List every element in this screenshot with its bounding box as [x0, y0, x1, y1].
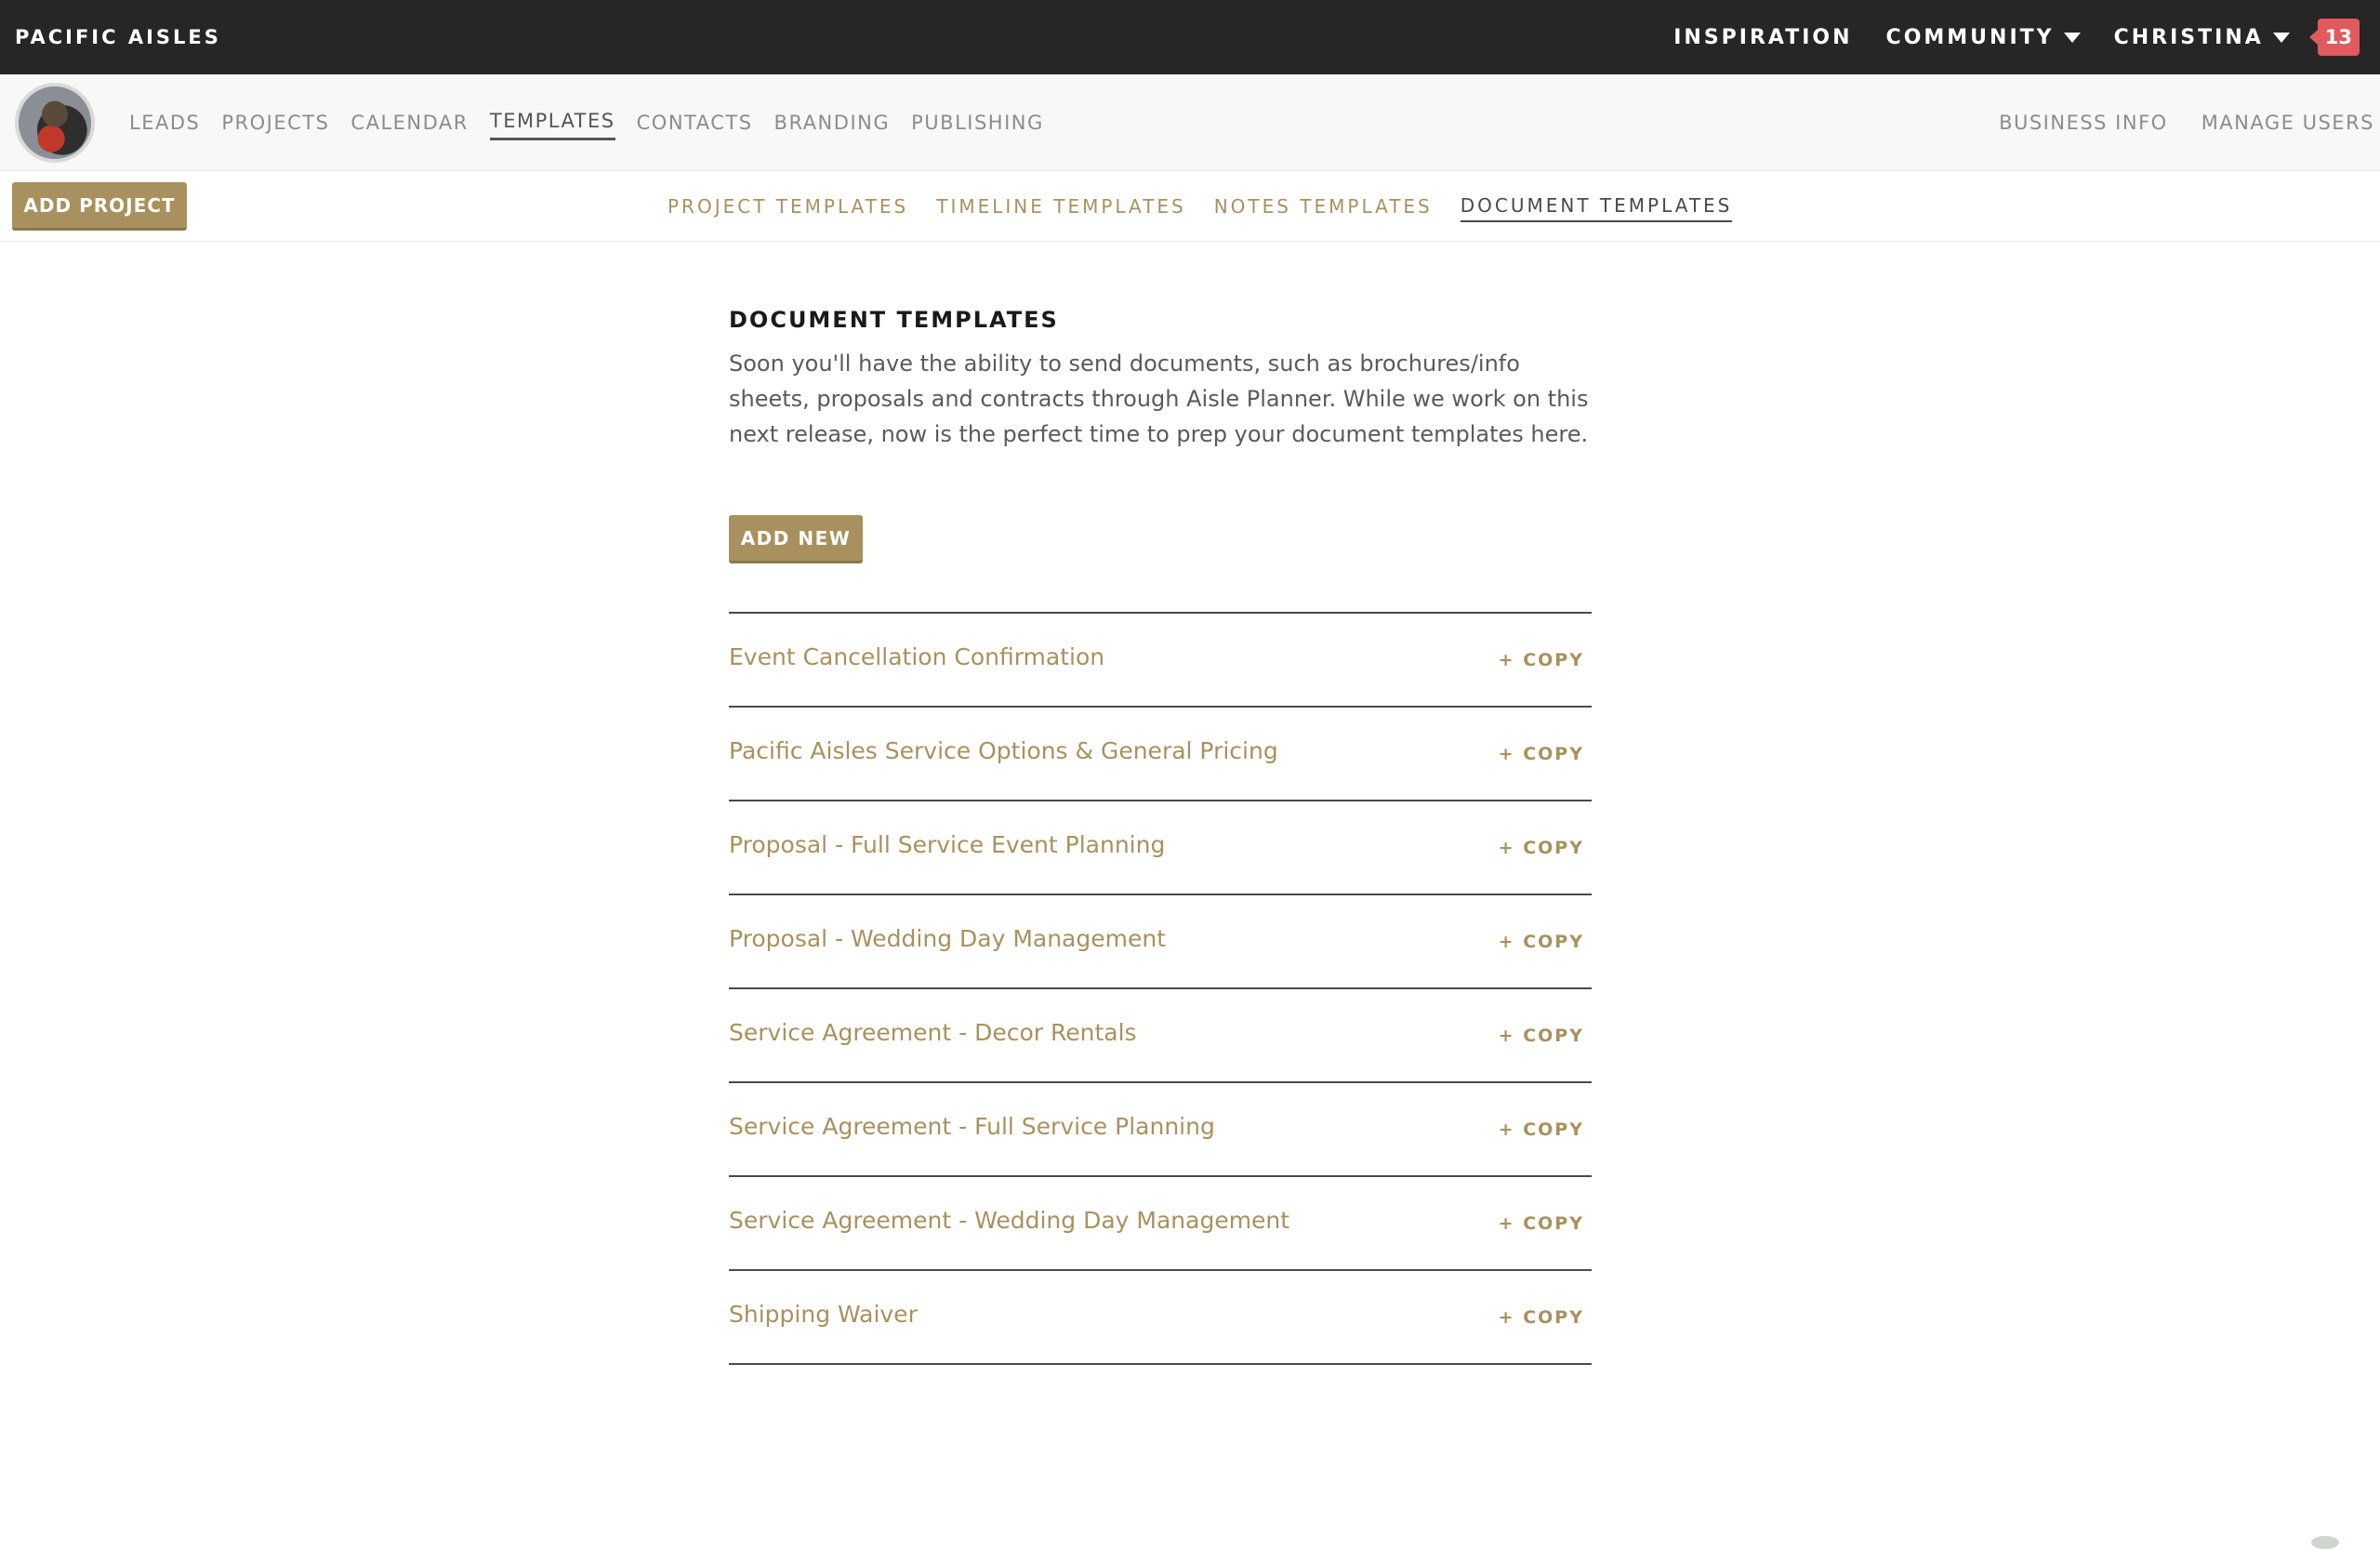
nav-contacts[interactable]: CONTACTS	[637, 106, 753, 139]
copy-button[interactable]: + COPY	[1499, 932, 1584, 952]
notification-badge[interactable]: 13	[2318, 19, 2360, 56]
caret-down-icon	[2273, 33, 2290, 43]
tab-notes-templates[interactable]: NOTES TEMPLATES	[1214, 192, 1433, 221]
main-nav-right: BUSINESS INFO MANAGE USERS	[1965, 106, 2380, 139]
tab-timeline-templates[interactable]: TIMELINE TEMPLATES	[936, 192, 1185, 221]
intro-text: Soon you'll have the ability to send doc…	[729, 346, 1592, 452]
copy-button[interactable]: + COPY	[1499, 1026, 1584, 1046]
copy-button[interactable]: + COPY	[1499, 838, 1584, 858]
template-name[interactable]: Proposal - Full Service Event Planning	[729, 831, 1165, 858]
list-item: Proposal - Wedding Day Management + COPY	[729, 895, 1592, 989]
page-title: DOCUMENT TEMPLATES	[729, 307, 1592, 333]
template-list: Event Cancellation Confirmation + COPY P…	[729, 612, 1592, 1365]
nav-calendar[interactable]: CALENDAR	[350, 106, 468, 139]
avatar[interactable]	[15, 83, 95, 163]
user-menu[interactable]: CHRISTINA	[2114, 26, 2290, 49]
top-bar: PACIFIC AISLES INSPIRATION COMMUNITY CHR…	[0, 0, 2380, 74]
sub-bar: ADD PROJECT PROJECT TEMPLATES TIMELINE T…	[0, 171, 2380, 242]
template-name[interactable]: Service Agreement - Decor Rentals	[729, 1019, 1137, 1046]
community-menu[interactable]: COMMUNITY	[1886, 26, 2081, 49]
copy-button[interactable]: + COPY	[1499, 650, 1584, 670]
nav-publishing[interactable]: PUBLISHING	[911, 106, 1044, 139]
community-label: COMMUNITY	[1886, 26, 2055, 49]
nav-leads[interactable]: LEADS	[129, 106, 200, 139]
list-item: Service Agreement - Decor Rentals + COPY	[729, 989, 1592, 1083]
add-project-button[interactable]: ADD PROJECT	[12, 182, 187, 231]
template-name[interactable]: Pacific Aisles Service Options & General…	[729, 737, 1278, 764]
nav-projects[interactable]: PROJECTS	[221, 106, 329, 139]
list-item: Service Agreement - Full Service Plannin…	[729, 1083, 1592, 1177]
list-item: Service Agreement - Wedding Day Manageme…	[729, 1177, 1592, 1271]
user-label: CHRISTINA	[2114, 26, 2264, 49]
nav-manage-users[interactable]: MANAGE USERS	[2202, 106, 2374, 139]
list-item: Pacific Aisles Service Options & General…	[729, 708, 1592, 801]
chat-widget-icon[interactable]	[2311, 1536, 2339, 1549]
template-name[interactable]: Service Agreement - Wedding Day Manageme…	[729, 1207, 1289, 1234]
tab-project-templates[interactable]: PROJECT TEMPLATES	[668, 192, 908, 221]
tab-document-templates[interactable]: DOCUMENT TEMPLATES	[1461, 191, 1733, 222]
inspiration-link[interactable]: INSPIRATION	[1673, 26, 1852, 49]
copy-button[interactable]: + COPY	[1499, 1307, 1584, 1328]
template-name[interactable]: Shipping Waiver	[729, 1301, 918, 1328]
brand-logo-text[interactable]: PACIFIC AISLES	[15, 26, 221, 48]
template-name[interactable]: Proposal - Wedding Day Management	[729, 925, 1166, 952]
main-nav-left: LEADS PROJECTS CALENDAR TEMPLATES CONTAC…	[0, 74, 1044, 171]
copy-button[interactable]: + COPY	[1499, 1119, 1584, 1140]
copy-button[interactable]: + COPY	[1499, 744, 1584, 764]
template-tabs: PROJECT TEMPLATES TIMELINE TEMPLATES NOT…	[668, 171, 1760, 242]
add-new-button[interactable]: ADD NEW	[729, 515, 863, 563]
inspiration-label: INSPIRATION	[1673, 26, 1852, 49]
caret-down-icon	[2064, 33, 2081, 43]
template-name[interactable]: Service Agreement - Full Service Plannin…	[729, 1113, 1215, 1140]
main-nav: LEADS PROJECTS CALENDAR TEMPLATES CONTAC…	[0, 74, 2380, 171]
nav-business-info[interactable]: BUSINESS INFO	[1999, 106, 2168, 139]
top-nav: INSPIRATION COMMUNITY CHRISTINA 13	[1640, 0, 2380, 74]
document-templates-panel: DOCUMENT TEMPLATES Soon you'll have the …	[729, 307, 1592, 1365]
list-item: Proposal - Full Service Event Planning +…	[729, 801, 1592, 895]
copy-button[interactable]: + COPY	[1499, 1213, 1584, 1234]
list-item: Shipping Waiver + COPY	[729, 1271, 1592, 1365]
list-item: Event Cancellation Confirmation + COPY	[729, 614, 1592, 708]
template-name[interactable]: Event Cancellation Confirmation	[729, 643, 1104, 670]
nav-branding[interactable]: BRANDING	[774, 106, 891, 139]
nav-templates[interactable]: TEMPLATES	[490, 104, 615, 140]
